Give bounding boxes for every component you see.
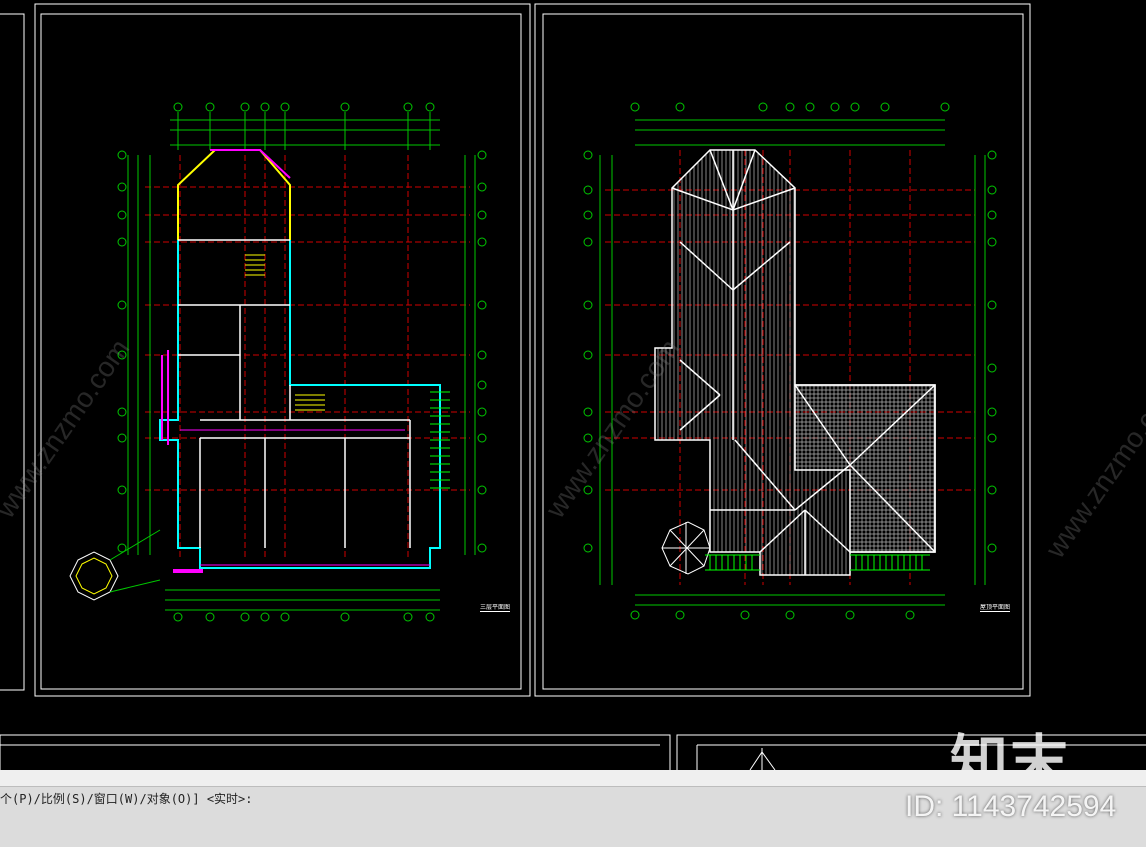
watermark-id: ID: 1143742594: [905, 790, 1117, 823]
watermark-diagonal: www.znzmo.com www.znzmo.com www.znzmo.co…: [0, 334, 1146, 565]
left-sheet-title: 三层平面图: [480, 604, 511, 612]
command-history-strip: [0, 770, 1146, 787]
drawing-svg: www.znzmo.com www.znzmo.com www.znzmo.co…: [0, 3, 1146, 770]
right-sheet-title: 屋顶平面图: [980, 604, 1011, 612]
svg-text:www.znzmo.com: www.znzmo.com: [1039, 374, 1146, 565]
left-floor-plan: [69, 102, 487, 622]
command-line-prompt[interactable]: 个(P)/比例(S)/窗口(W)/对象(O)] <实时>:: [0, 788, 900, 810]
cad-drawing-canvas[interactable]: www.znzmo.com www.znzmo.com www.znzmo.co…: [0, 0, 1146, 847]
sheet-frames: [0, 3, 1146, 770]
svg-text:www.znzmo.com: www.znzmo.com: [0, 334, 135, 525]
